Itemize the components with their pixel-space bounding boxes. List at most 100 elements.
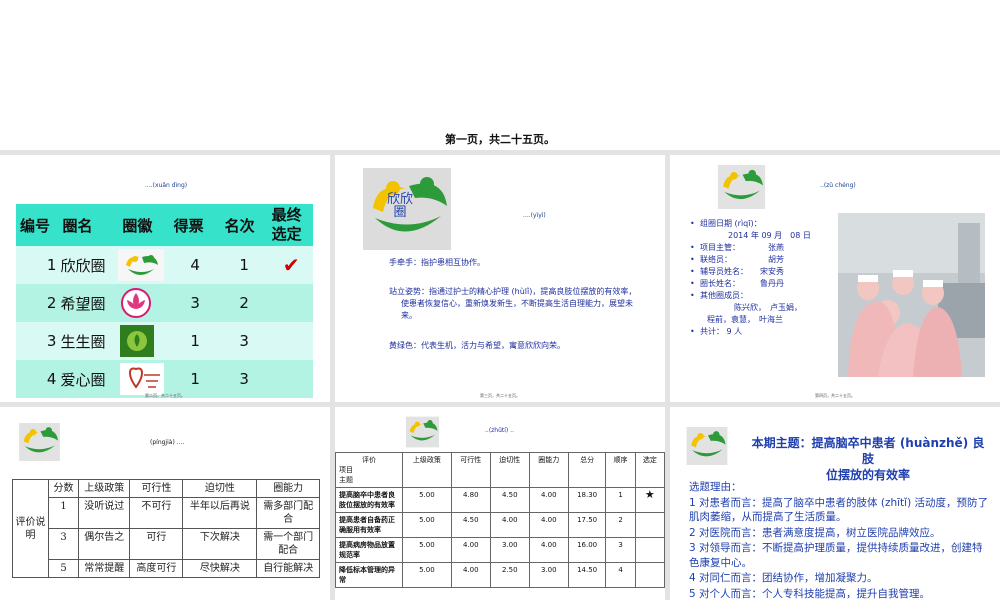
row-number: 3 [16,322,61,360]
list-item: 圈长姓名： 鲁丹丹 [690,278,840,290]
cell: 5.00 [402,537,452,563]
cell [634,562,665,588]
star-icon: ★ [634,487,665,513]
slide-footer: 第二页，共二十五页。 [145,393,185,398]
col-header: 总分 [567,452,607,488]
team-logo-icon [406,416,439,448]
corner-cell: 评价 项目 主题 [335,452,403,488]
cell: 4.00 [450,562,491,588]
table-row: 1 没听说过 不可行 半年以后再说 需多部门配合 [13,497,320,529]
cell: 需一个部门配合 [256,528,320,560]
list-item: 3 对领导而言：不断提高护理质量，提供持续质量改进，创建特色康复中心。 [689,542,983,569]
col-header: 得票 [171,204,219,246]
team-logo-icon [717,165,766,209]
slide-topic-reasons[interactable]: 本期主题：提高脑卒中患者 (huànzhě) 良肢 位摆放的有效率 选题理由： … [670,407,1000,600]
cell: 常常提醒 [78,559,131,578]
corner-label: 评价 [362,456,376,464]
reasons-list: 选题理由： 1 对患者而言：提高了脑卒中患者的肢体 (zhītǐ) 活动度，预防… [689,480,989,600]
list-item: 联络员： 胡芳 [690,254,840,266]
col-header: 可行性 [450,452,491,488]
table-row: 3 偶尔告之 可行 下次解决 需一个部门配合 [13,528,320,560]
col-header: 顺序 [605,452,636,488]
table-row: 提高病房物品放置规范率 5.00 4.00 3.00 4.00 16.00 3 [335,537,665,563]
slide-topic-scoring[interactable]: ..(zhǔtí) .. 评价 项目 主题 上级政策 可行性 迫切性 圈能力 总… [335,407,665,600]
table-row: 提高脑卒中患者良肢位摆放的有效率 5.00 4.80 4.50 4.00 18.… [335,487,665,513]
cell: 3 [605,537,636,563]
cell: 4.00 [528,537,569,563]
votes: 1 [171,322,219,360]
cell: 4.00 [528,512,569,538]
cell: 下次解决 [182,528,258,560]
cell: 没听说过 [78,497,131,529]
cell: 3.00 [489,537,530,563]
cell: 4.80 [450,487,491,513]
page-caption: 第一页，共二十五页。 [445,133,555,146]
col-header: 圈能力 [528,452,569,488]
cell: 4.00 [450,537,491,563]
table-header-row: 评价 项目 主题 上级政策 可行性 迫切性 圈能力 总分 顺序 选定 [335,452,665,488]
list-item: 2 对医院而言：患者满意度提高，树立医院品牌效应。 [689,526,941,539]
text-line: 站立姿势：指通过护士的精心护理 (hùlǐ)，提高良肢位摆放的有效率，使患者恢复… [389,287,637,320]
team-logo-icon [19,423,60,461]
logo-caption: 欣欣 圈 [387,193,413,219]
topic-name: 降低标本管理的异常 [335,562,403,588]
cell: 偶尔告之 [78,528,131,560]
topic-name: 提高病房物品放置规范率 [335,537,403,563]
col-header: 圈能力 [256,479,320,498]
cell: 16.00 [567,537,607,563]
cell: 4.00 [489,512,530,538]
title-line: 本期主题：提高脑卒中患者 (huànzhě) 良肢 [751,436,985,466]
votes: 3 [171,284,219,322]
col-header: 圈名 [60,204,119,246]
list-item: 1 对患者而言：提高了脑卒中患者的肢体 (zhītǐ) 活动度，预防了肌肉萎缩，… [689,496,989,524]
cell: 4.50 [450,512,491,538]
table-row: 5 常常提醒 高度可行 尽快解决 自行能解决 [13,559,320,578]
rank: 3 [218,322,270,360]
table-row: 降低标本管理的异常 5.00 4.00 2.50 3.00 14.50 4 [335,562,665,588]
row-number: 1 [16,246,61,284]
col-header: 迫切性 [489,452,530,488]
checkmark-icon: ✔ [269,246,313,284]
text-line: 黄绿色：代表生机，活力与希望，寓意欣欣向荣。 [389,341,565,350]
list-item: 辅导员姓名： 宋安秀 [690,266,840,278]
slide-title: ....(xuǎn dìng) [145,182,188,189]
circle-emblem [118,322,172,360]
table-row: 1 欣欣圈 4 1 ✔ [16,246,313,284]
circle-emblem [118,246,172,284]
cell: 不可行 [129,497,184,529]
final-mark [269,284,313,322]
corner-label: 项目 [339,466,353,474]
slide-title: ..(zǔ chéng) [820,182,856,189]
table-header-row: 评价说明 分数 上级政策 可行性 迫切性 圈能力 [12,479,320,578]
reasons-label: 选题理由： [689,481,742,493]
logo-text: 圈 [393,205,407,220]
table-row: 3 生生圈 1 3 [16,322,313,360]
slide-evaluation-criteria[interactable]: (píngjià) .... 评价说明 分数 上级政策 可行性 迫切性 圈能力 … [0,407,330,600]
cell: 4.50 [489,487,530,513]
cell [634,512,665,538]
team-logo-icon [118,249,165,281]
table-header-row: 编号 圈名 圈徽 得票 名次 最终选定 [16,204,313,246]
slide-footer: 第三页，共二十五页。 [480,393,520,398]
topic-name: 提高患者自备药正确服用有效率 [335,512,403,538]
col-header: 可行性 [129,479,184,498]
circle-emblem [118,284,172,322]
list-item: 共计： 9 人 [690,326,840,338]
row-number: 2 [16,284,61,322]
list-item: 4 对同仁而言：团结协作，增加凝聚力。 [689,572,878,584]
slide-logo-meaning[interactable]: 欣欣 圈 ....(yìyì) 手牵手：指护患相互协作。 站立姿势：指通过护士的… [335,155,665,402]
col-header: 迫切性 [182,479,258,498]
slide-title: (píngjià) .... [150,439,185,446]
list-item: 其他圈成员： [690,290,840,302]
slide-circle-selection[interactable]: ....(xuǎn dìng) 编号 圈名 圈徽 得票 名次 最终选定 1 欣欣… [0,155,330,402]
sprout-emblem-icon [120,325,155,357]
topic-name: 提高脑卒中患者良肢位摆放的有效率 [335,487,403,513]
final-mark [269,322,313,360]
topic-title: 本期主题：提高脑卒中患者 (huànzhě) 良肢 位摆放的有效率 [748,435,988,483]
team-logo-icon [686,427,728,465]
col-header: 分数 [47,479,80,498]
cell: 1 [605,487,636,513]
cell: 尽快解决 [182,559,258,578]
slide-circle-members[interactable]: ..(zǔ chéng) 组圈日期 (rìqī)： 2014 年 09 月 08… [670,155,1000,402]
heart-emblem-icon [120,363,165,395]
